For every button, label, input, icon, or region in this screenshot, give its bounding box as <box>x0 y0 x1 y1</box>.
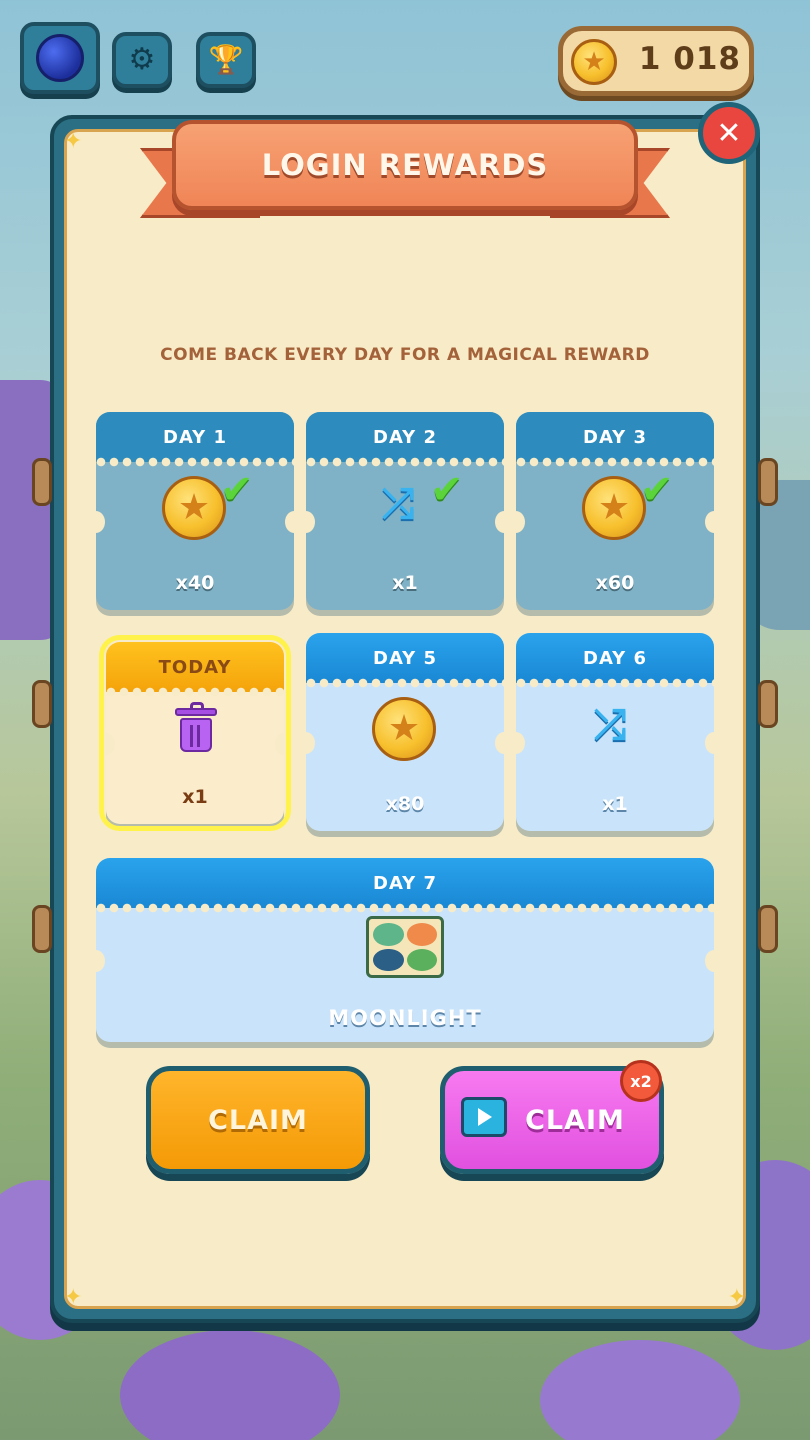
side-tab <box>32 680 52 728</box>
corner-star-icon: ✦ <box>727 1285 746 1310</box>
checkmark-icon: ✔ <box>640 467 674 513</box>
multiplier-badge: x2 <box>620 1060 662 1102</box>
coin-icon: ★ <box>582 476 646 540</box>
background-bush <box>120 1330 340 1440</box>
coin-icon: ★ <box>571 39 617 85</box>
title-ribbon: LOGIN REWARDS <box>172 120 638 210</box>
side-tab <box>758 680 778 728</box>
corner-star-icon: ✦ <box>64 1285 83 1310</box>
sticker-book-icon <box>366 916 444 978</box>
reward-name: MOONLIGHT <box>328 1006 482 1030</box>
background-bush <box>540 1340 740 1440</box>
claim-ad-label: CLAIM <box>525 1104 625 1136</box>
reward-quantity: x60 <box>595 572 635 594</box>
day-card-7: DAY 7 MOONLIGHT <box>96 858 714 1042</box>
day-label: DAY 6 <box>516 633 714 688</box>
close-button[interactable]: ✕ <box>698 102 760 164</box>
shuffle-icon: ⤮ <box>594 702 626 748</box>
side-tab <box>758 458 778 506</box>
settings-button[interactable]: ⚙ <box>112 32 172 88</box>
corner-star-icon: ✦ <box>64 129 83 154</box>
coin-icon: ★ <box>162 476 226 540</box>
shuffle-icon: ⤮ <box>382 481 414 527</box>
checkmark-icon: ✔ <box>430 467 464 513</box>
side-tab <box>32 905 52 953</box>
video-ad-icon <box>461 1097 507 1137</box>
planet-avatar-icon <box>36 34 84 82</box>
close-icon: ✕ <box>716 115 742 151</box>
trophy-icon: 🏆 <box>208 43 244 76</box>
top-bar: ⚙ 🏆 ★ 1 018 <box>0 0 810 110</box>
reward-quantity: x40 <box>175 572 215 594</box>
coin-icon: ★ <box>372 697 436 761</box>
day-label: DAY 5 <box>306 633 504 688</box>
claim-label: CLAIM <box>208 1104 308 1136</box>
coin-counter: ★ 1 018 <box>558 26 754 96</box>
day-card-3: DAY 3 ★ ✔ x60 <box>516 412 714 610</box>
trash-icon <box>175 702 217 752</box>
claim-button[interactable]: CLAIM <box>146 1066 370 1174</box>
day-card-6: DAY 6 ⤮ x1 <box>516 633 714 831</box>
trophy-button[interactable]: 🏆 <box>196 32 256 88</box>
day-card-today[interactable]: TODAY x1 <box>99 635 291 831</box>
side-tab <box>32 458 52 506</box>
day-label: DAY 1 <box>96 412 294 467</box>
day-card-5: DAY 5 ★ x80 <box>306 633 504 831</box>
day-label: DAY 7 <box>96 858 714 913</box>
side-tab <box>758 905 778 953</box>
page-title: LOGIN REWARDS <box>261 148 549 182</box>
rewards-subtitle: COME BACK EVERY DAY FOR A MAGICAL REWARD <box>160 345 650 365</box>
reward-quantity: x1 <box>392 572 418 594</box>
day-label: TODAY <box>106 642 284 697</box>
reward-quantity: x1 <box>182 786 208 808</box>
coin-amount: 1 018 <box>638 41 741 77</box>
day-card-1: DAY 1 ★ ✔ x40 <box>96 412 294 610</box>
day-card-2: DAY 2 ⤮ ✔ x1 <box>306 412 504 610</box>
checkmark-icon: ✔ <box>220 467 254 513</box>
reward-quantity: x1 <box>602 793 628 815</box>
gear-icon: ⚙ <box>128 42 156 77</box>
reward-quantity: x80 <box>385 793 425 815</box>
day-label: DAY 3 <box>516 412 714 467</box>
profile-avatar-button[interactable] <box>20 22 100 94</box>
day-label: DAY 2 <box>306 412 504 467</box>
